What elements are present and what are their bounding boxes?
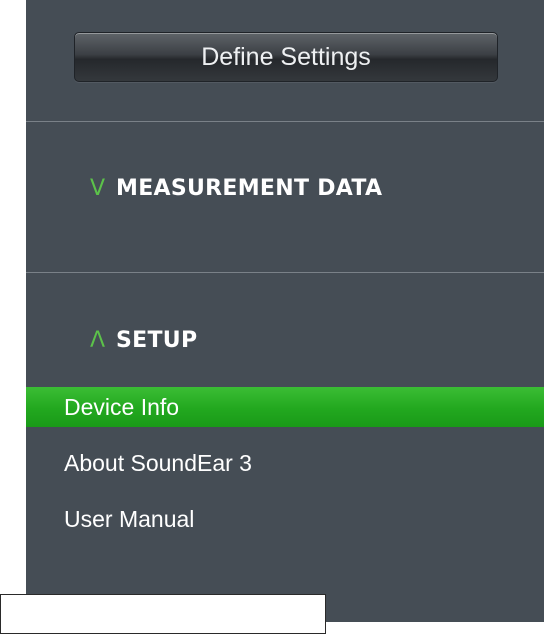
menu-item-user-manual[interactable]: User Manual: [26, 499, 544, 539]
menu-item-label: User Manual: [64, 505, 195, 532]
define-settings-button[interactable]: Define Settings: [74, 32, 498, 82]
section-label: SETUP: [116, 328, 198, 353]
menu-item-label: Device Info: [64, 393, 180, 420]
menu-item-about-soundear[interactable]: About SoundEar 3: [26, 443, 544, 483]
overlay-box: [0, 594, 326, 634]
menu-item-device-info[interactable]: Device Info: [26, 387, 544, 427]
sidebar-panel: Define Settings V MEASUREMENT DATA Λ SET…: [26, 0, 544, 622]
setup-header[interactable]: Λ SETUP: [90, 328, 197, 353]
divider: [26, 272, 544, 273]
menu-item-label: About SoundEar 3: [64, 449, 252, 476]
chevron-up-icon: Λ: [90, 328, 106, 353]
divider: [26, 121, 544, 122]
measurement-data-header[interactable]: V MEASUREMENT DATA: [90, 176, 382, 201]
chevron-down-icon: V: [90, 176, 106, 201]
section-label: MEASUREMENT DATA: [116, 176, 383, 201]
